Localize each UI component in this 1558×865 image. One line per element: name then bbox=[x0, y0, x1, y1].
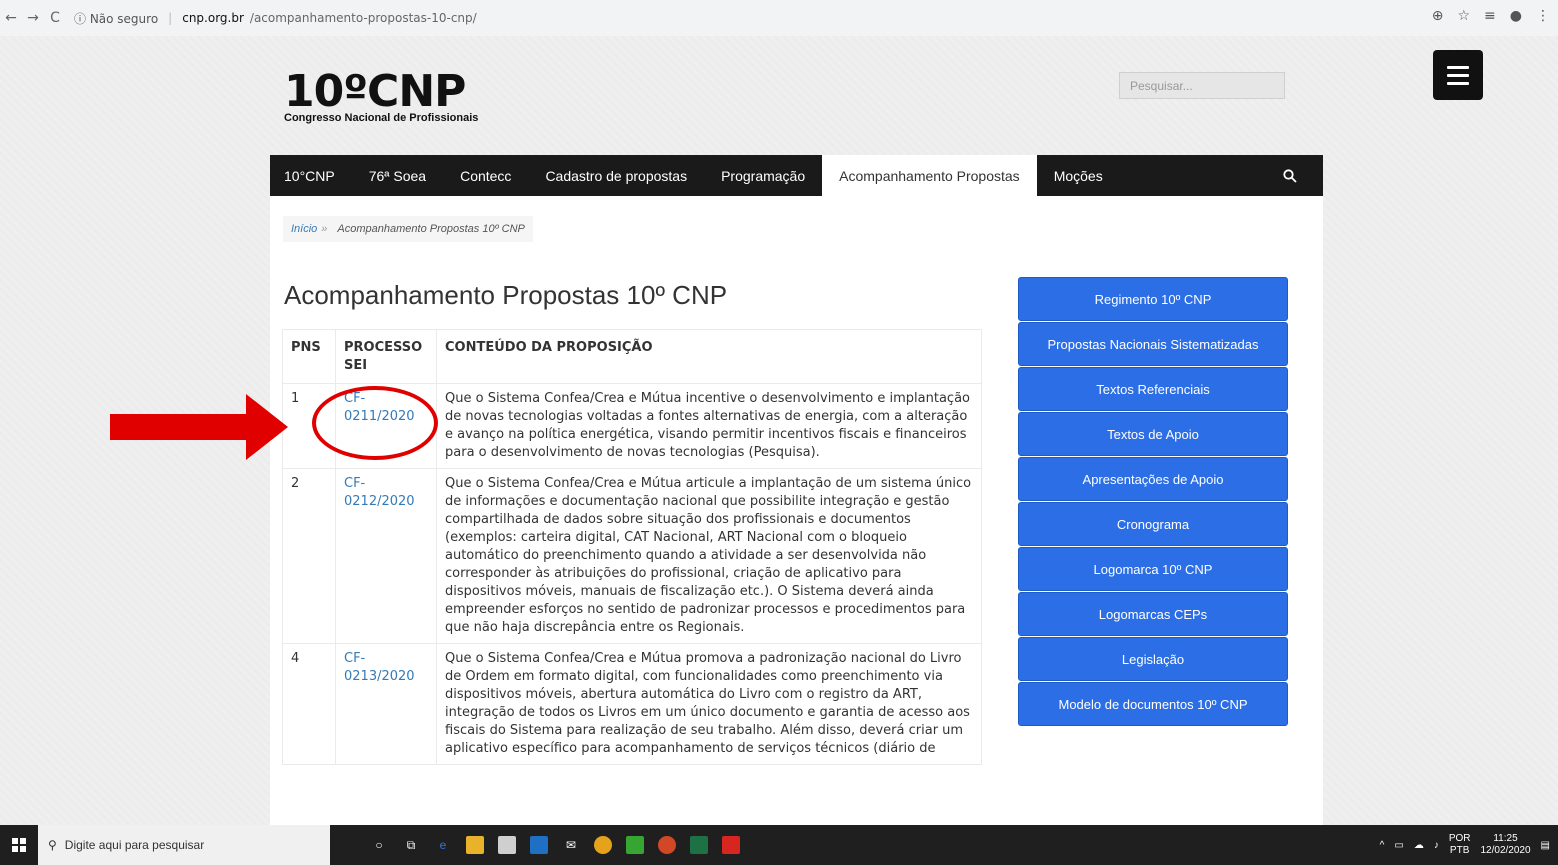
sidebar-button-logomarca[interactable]: Logomarca 10º CNP bbox=[1018, 547, 1288, 591]
reading-list-icon[interactable]: ≡ bbox=[1484, 8, 1496, 24]
site-logo[interactable]: 10ºCNP Congresso Nacional de Profissiona… bbox=[284, 66, 479, 125]
volume-icon[interactable]: ♪ bbox=[1434, 840, 1439, 851]
chrome-icon[interactable] bbox=[594, 836, 612, 854]
sidebar-button-textos-apoio[interactable]: Textos de Apoio bbox=[1018, 412, 1288, 456]
cell-sei: CF-0212/2020 bbox=[335, 468, 437, 644]
url-path: /acompanhamento-propostas-10-cnp/ bbox=[249, 11, 477, 25]
onedrive-icon[interactable]: ☁ bbox=[1414, 840, 1424, 851]
logo-title: 10ºCNP bbox=[284, 66, 466, 117]
table-row: 4 CF-0213/2020 Que o Sistema Confea/Crea… bbox=[282, 643, 982, 765]
menu-dots-icon[interactable]: ⋮ bbox=[1536, 8, 1550, 24]
reload-icon[interactable]: C bbox=[44, 10, 66, 26]
outlook-icon[interactable] bbox=[530, 836, 548, 854]
cell-sei: CF-0213/2020 bbox=[335, 643, 437, 765]
nav-item-mocoes[interactable]: Moções bbox=[1037, 155, 1120, 196]
sei-process-link[interactable]: CF-0212/2020 bbox=[344, 476, 415, 509]
sidebar-links: Regimento 10º CNP Propostas Nacionais Si… bbox=[1018, 277, 1288, 727]
zoom-icon[interactable]: ⊕ bbox=[1432, 8, 1444, 24]
security-indicator[interactable]: ⓘ Não seguro bbox=[74, 10, 158, 27]
browser-toolbar: ← → C ⓘ Não seguro | cnp.org.br/acompanh… bbox=[0, 0, 1558, 37]
site-search-input[interactable]: Pesquisar... bbox=[1119, 72, 1285, 99]
hamburger-bar bbox=[1447, 73, 1469, 77]
sidebar-button-textos-referenciais[interactable]: Textos Referenciais bbox=[1018, 367, 1288, 411]
windows-start-icon[interactable] bbox=[0, 825, 38, 865]
table-row: 2 CF-0212/2020 Que o Sistema Confea/Crea… bbox=[282, 468, 982, 644]
column-header-conteudo: CONTEÚDO DA PROPOSIÇÃO bbox=[436, 329, 982, 384]
hamburger-menu-button[interactable] bbox=[1433, 50, 1483, 100]
nav-item-acompanhamento-propostas[interactable]: Acompanhamento Propostas bbox=[822, 155, 1037, 196]
sidebar-button-propostas-nacionais[interactable]: Propostas Nacionais Sistematizadas bbox=[1018, 322, 1288, 366]
nav-item-contecc[interactable]: Contecc bbox=[443, 155, 528, 196]
taskbar-apps: ○ ⧉ e ✉ bbox=[370, 836, 740, 854]
address-bar[interactable]: ⓘ Não seguro | cnp.org.br/acompanhamento… bbox=[74, 10, 477, 27]
notifications-icon[interactable]: ▤ bbox=[1541, 840, 1550, 851]
language-code: POR bbox=[1448, 833, 1471, 844]
clock[interactable]: 11:25 12/02/2020 bbox=[1480, 833, 1530, 857]
tray-chevron-icon[interactable]: ^ bbox=[1380, 840, 1385, 851]
main-navigation: 10°CNP 76ª Soea Contecc Cadastro de prop… bbox=[270, 155, 1323, 196]
hamburger-bar bbox=[1447, 65, 1469, 69]
logo-subtitle: Congresso Nacional de Profissionais bbox=[284, 112, 479, 124]
clock-time: 11:25 bbox=[1493, 833, 1518, 844]
nav-item-cadastro-propostas[interactable]: Cadastro de propostas bbox=[528, 155, 704, 196]
column-header-processo-sei: PROCESSO SEI bbox=[335, 329, 437, 384]
mail-icon[interactable]: ✉ bbox=[562, 836, 580, 854]
search-icon: ⚲ bbox=[48, 838, 57, 852]
red-circle-annotation bbox=[312, 386, 438, 460]
url-host: cnp.org.br bbox=[182, 11, 244, 25]
profile-icon[interactable]: ● bbox=[1510, 8, 1522, 24]
cell-content: Que o Sistema Confea/Crea e Mútua promov… bbox=[436, 643, 982, 765]
sidebar-button-modelo-documentos[interactable]: Modelo de documentos 10º CNP bbox=[1018, 682, 1288, 726]
nav-item-programacao[interactable]: Programação bbox=[704, 155, 822, 196]
sidebar-button-apresentacoes-apoio[interactable]: Apresentações de Apoio bbox=[1018, 457, 1288, 501]
language-indicator[interactable]: POR PTB bbox=[1449, 833, 1471, 857]
main-content: Início » Acompanhamento Propostas 10º CN… bbox=[270, 196, 1323, 825]
column-header-pns: PNS bbox=[282, 329, 336, 384]
table-header-row: PNS PROCESSO SEI CONTEÚDO DA PROPOSIÇÃO bbox=[282, 329, 982, 384]
project-icon[interactable] bbox=[626, 836, 644, 854]
taskbar-search-placeholder: Digite aqui para pesquisar bbox=[64, 838, 205, 852]
page-title: Acompanhamento Propostas 10º CNP bbox=[284, 280, 728, 310]
breadcrumb-home-link[interactable]: Início bbox=[291, 223, 317, 235]
red-arrow-annotation bbox=[110, 394, 288, 460]
sidebar-button-cronograma[interactable]: Cronograma bbox=[1018, 502, 1288, 546]
network-icon[interactable]: ▭ bbox=[1394, 840, 1403, 851]
hamburger-bar bbox=[1447, 81, 1469, 85]
sei-process-link[interactable]: CF-0213/2020 bbox=[344, 651, 415, 684]
sidebar-button-regimento[interactable]: Regimento 10º CNP bbox=[1018, 277, 1288, 321]
search-icon[interactable] bbox=[1257, 155, 1323, 196]
breadcrumb-separator: » bbox=[321, 223, 328, 235]
nav-item-soea[interactable]: 76ª Soea bbox=[352, 155, 443, 196]
cell-content: Que o Sistema Confea/Crea e Mútua articu… bbox=[436, 468, 982, 644]
address-separator: | bbox=[168, 11, 173, 25]
nav-item-10cnp[interactable]: 10°CNP bbox=[270, 155, 352, 196]
bookmark-star-icon[interactable]: ☆ bbox=[1457, 8, 1470, 24]
acrobat-icon[interactable] bbox=[722, 836, 740, 854]
excel-icon[interactable] bbox=[690, 836, 708, 854]
system-tray: ^ ▭ ☁ ♪ POR PTB 11:25 12/02/2020 ▤ bbox=[1380, 825, 1550, 865]
powerpoint-icon[interactable] bbox=[658, 836, 676, 854]
store-icon[interactable] bbox=[498, 836, 516, 854]
back-icon[interactable]: ← bbox=[0, 10, 22, 26]
clock-date: 12/02/2020 bbox=[1480, 845, 1531, 856]
edge-icon[interactable]: e bbox=[434, 836, 452, 854]
browser-actions: ⊕ ☆ ≡ ● ⋮ bbox=[1432, 8, 1550, 24]
forward-icon[interactable]: → bbox=[22, 10, 44, 26]
cell-content: Que o Sistema Confea/Crea e Mútua incent… bbox=[436, 383, 982, 469]
task-view-icon[interactable]: ⧉ bbox=[402, 836, 420, 854]
cell-pns: 4 bbox=[282, 643, 336, 765]
cell-pns: 2 bbox=[282, 468, 336, 644]
breadcrumb-current: Acompanhamento Propostas 10º CNP bbox=[337, 223, 525, 235]
taskbar-search-box[interactable]: ⚲ Digite aqui para pesquisar bbox=[38, 825, 330, 865]
breadcrumb: Início » Acompanhamento Propostas 10º CN… bbox=[283, 216, 533, 242]
windows-taskbar: ⚲ Digite aqui para pesquisar ○ ⧉ e ✉ ^ ▭… bbox=[0, 825, 1558, 865]
sidebar-button-legislacao[interactable]: Legislação bbox=[1018, 637, 1288, 681]
file-explorer-icon[interactable] bbox=[466, 836, 484, 854]
cortana-icon[interactable]: ○ bbox=[370, 836, 388, 854]
keyboard-layout: PTB bbox=[1449, 845, 1470, 856]
sidebar-button-logomarcas-ceps[interactable]: Logomarcas CEPs bbox=[1018, 592, 1288, 636]
